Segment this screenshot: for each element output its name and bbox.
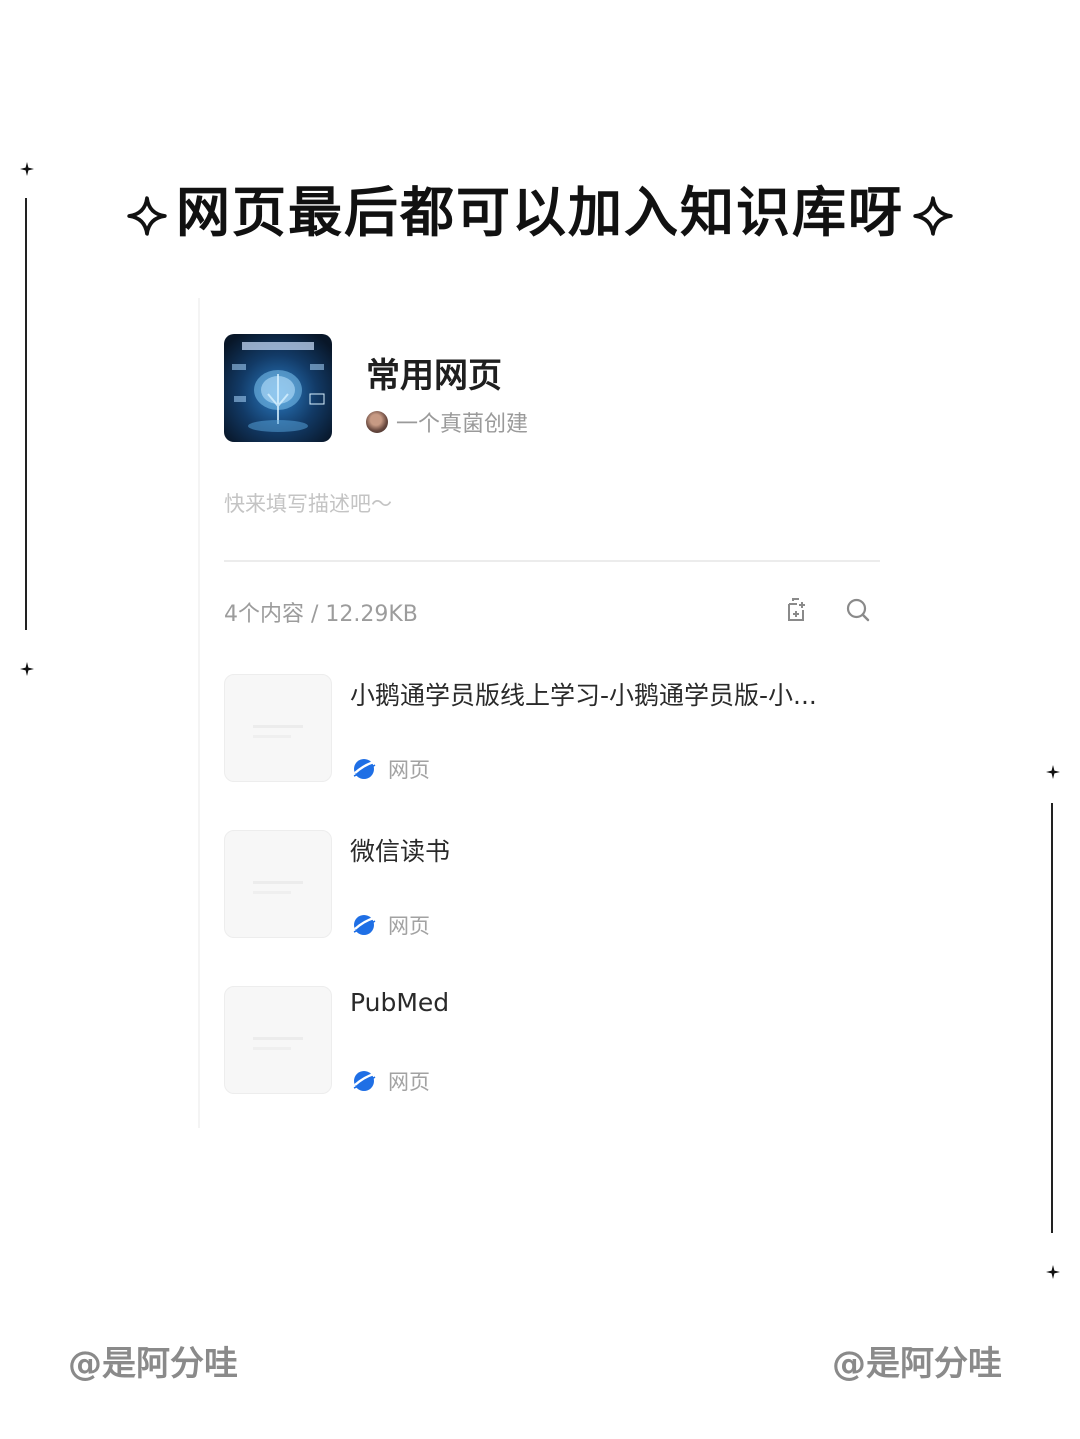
- item-title: PubMed: [350, 988, 450, 1017]
- knowledge-base-card: 常用网页 一个真菌创建 快来填写描述吧～ 4个内容 / 12.29KB 小鹅通学…: [198, 298, 900, 1128]
- list-item[interactable]: PubMed 网页: [224, 986, 884, 1096]
- list-item[interactable]: 微信读书 网页: [224, 830, 884, 940]
- web-page-icon: [353, 759, 376, 779]
- item-title: 微信读书: [350, 837, 451, 866]
- item-type-label: 网页: [388, 758, 430, 782]
- sparkle-icon: [127, 196, 167, 236]
- item-type: 网页: [352, 910, 430, 940]
- item-type-label: 网页: [388, 914, 430, 938]
- star-icon: [1046, 765, 1060, 779]
- watermark-right: @是阿分哇: [832, 1344, 1002, 1384]
- divider: [224, 560, 880, 562]
- item-type: 网页: [352, 754, 430, 784]
- star-icon: [20, 662, 34, 676]
- cover-image[interactable]: [224, 334, 332, 442]
- star-icon: [1046, 1265, 1060, 1279]
- search-icon[interactable]: [844, 596, 872, 624]
- frame-line-right: [1051, 803, 1053, 1233]
- add-document-icon[interactable]: [782, 596, 810, 624]
- web-page-icon: [353, 1071, 376, 1091]
- avatar[interactable]: [366, 411, 388, 433]
- description-placeholder[interactable]: 快来填写描述吧～: [224, 488, 392, 518]
- frame-line-left: [25, 198, 27, 630]
- list-item[interactable]: 小鹅通学员版线上学习-小鹅通学员版-小... 网页: [224, 674, 884, 784]
- file-thumbnail: [224, 674, 332, 782]
- headline-text: 网页最后都可以加入知识库呀: [176, 181, 904, 244]
- knowledge-base-title: 常用网页: [366, 356, 502, 396]
- content-stats: 4个内容 / 12.29KB: [224, 602, 418, 627]
- item-type-label: 网页: [388, 1070, 430, 1094]
- sparkle-icon: [913, 196, 953, 236]
- item-title: 小鹅通学员版线上学习-小鹅通学员版-小...: [350, 681, 817, 710]
- file-thumbnail: [224, 986, 332, 1094]
- item-type: 网页: [352, 1066, 430, 1096]
- creator-info: 一个真菌创建: [366, 406, 528, 438]
- watermark-left: @是阿分哇: [68, 1344, 238, 1384]
- creator-text: 一个真菌创建: [396, 412, 529, 437]
- web-page-icon: [353, 915, 376, 935]
- headline: 网页最后都可以加入知识库呀: [0, 168, 1080, 247]
- file-thumbnail: [224, 830, 332, 938]
